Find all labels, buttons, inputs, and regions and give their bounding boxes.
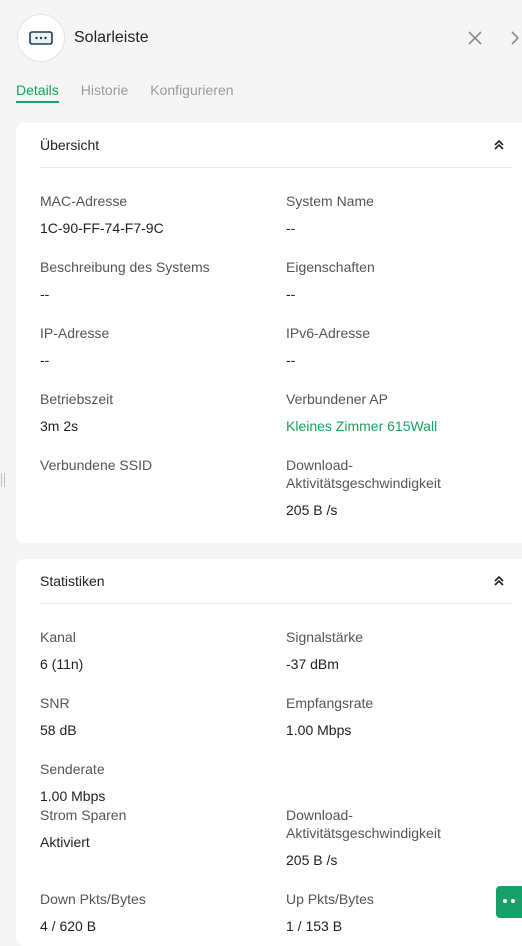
stats-download-activity-value: 205 B /s <box>286 852 338 868</box>
system-name-label: System Name <box>286 193 374 209</box>
overview-title: Übersicht <box>40 137 100 153</box>
ipv6-value: -- <box>286 352 296 368</box>
panel-header: Solarleiste <box>0 0 522 78</box>
down-pkts-value: 4 / 620 B <box>40 918 97 934</box>
uptime-value: 3m 2s <box>40 418 79 434</box>
tab-history[interactable]: Historie <box>81 82 128 104</box>
tx-rate-label: Senderate <box>40 761 105 777</box>
tab-configure[interactable]: Konfigurieren <box>150 82 233 104</box>
up-pkts-value: 1 / 153 B <box>286 918 343 934</box>
ssid-label: Verbundene SSID <box>40 457 153 473</box>
overview-card: Übersicht MAC-Adresse 1C-90-FF-74-F7-9C … <box>16 123 522 543</box>
download-activity-value: 205 B /s <box>286 502 338 518</box>
snr-label: SNR <box>40 695 70 711</box>
overview-card-header: Übersicht <box>40 123 512 168</box>
statistics-card: Statistiken Kanal 6 (11n) Signalstärke -… <box>16 559 522 946</box>
collapse-icon[interactable] <box>492 574 506 588</box>
signal-value: -37 dBm <box>286 656 339 672</box>
power-save-value: Aktiviert <box>40 834 90 850</box>
stats-download-activity-label-line1: Download- <box>286 807 353 823</box>
statistics-card-header: Statistiken <box>40 559 512 604</box>
ip-value: -- <box>40 352 50 368</box>
tab-details[interactable]: Details <box>16 82 59 104</box>
statistics-title: Statistiken <box>40 573 105 589</box>
ip-label: IP-Adresse <box>40 325 110 341</box>
connected-ap-label: Verbundener AP <box>286 391 388 407</box>
uptime-label: Betriebszeit <box>40 391 114 407</box>
tx-rate-value: 1.00 Mbps <box>40 788 106 804</box>
system-name-value: -- <box>286 220 296 236</box>
up-pkts-label: Up Pkts/Bytes <box>286 891 374 907</box>
description-label: Beschreibung des Systems <box>40 259 210 275</box>
chevron-right-icon[interactable] <box>508 29 522 47</box>
snr-value: 58 dB <box>40 722 77 738</box>
resize-handle-icon[interactable] <box>1 473 6 487</box>
tab-bar: Details Historie Konfigurieren <box>16 82 256 104</box>
download-activity-label-line2: Aktivitätsgeschwindigkeit <box>286 475 441 491</box>
mac-value: 1C-90-FF-74-F7-9C <box>40 220 164 236</box>
chat-button[interactable] <box>496 886 522 918</box>
rx-rate-label: Empfangsrate <box>286 695 374 711</box>
collapse-icon[interactable] <box>492 138 506 152</box>
connected-ap-link[interactable]: Kleines Zimmer 615Wall <box>286 417 437 435</box>
device-icon <box>17 14 65 62</box>
channel-label: Kanal <box>40 629 76 645</box>
ipv6-label: IPv6-Adresse <box>286 325 371 341</box>
channel-value: 6 (11n) <box>40 656 84 672</box>
close-icon[interactable] <box>466 29 484 47</box>
mac-label: MAC-Adresse <box>40 193 128 209</box>
download-activity-label-line1: Download- <box>286 457 353 473</box>
signal-label: Signalstärke <box>286 629 364 645</box>
rx-rate-value: 1.00 Mbps <box>286 722 352 738</box>
description-value: -- <box>40 286 50 302</box>
properties-value: -- <box>286 286 296 302</box>
properties-label: Eigenschaften <box>286 259 375 275</box>
page-title: Solarleiste <box>74 29 149 46</box>
power-save-label: Strom Sparen <box>40 807 127 823</box>
stats-download-activity-label-line2: Aktivitätsgeschwindigkeit <box>286 825 441 841</box>
down-pkts-label: Down Pkts/Bytes <box>40 891 146 907</box>
